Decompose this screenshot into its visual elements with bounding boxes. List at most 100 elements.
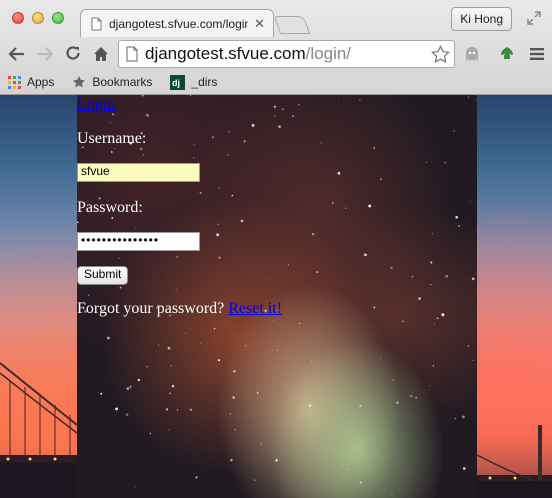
star <box>431 233 433 235</box>
star <box>137 378 140 382</box>
star <box>316 271 319 273</box>
star <box>347 468 349 471</box>
leaf-extension-icon <box>501 47 513 59</box>
star <box>176 256 179 258</box>
star <box>110 151 113 153</box>
password-label: Password: <box>77 199 143 216</box>
star <box>471 277 475 281</box>
starfield <box>77 95 477 496</box>
password-input[interactable]: ••••••••••••••• <box>77 232 200 251</box>
tab-title: djangotest.sfvue.com/login/ <box>109 16 249 31</box>
star <box>251 123 255 127</box>
star <box>337 171 341 175</box>
star <box>271 279 273 281</box>
star <box>380 178 382 180</box>
username-input[interactable]: sfvue <box>77 163 200 182</box>
bookmark-apps[interactable]: Apps <box>8 75 54 89</box>
bookmark-dirs[interactable]: dj _dirs <box>170 74 218 90</box>
home-button[interactable] <box>90 43 112 65</box>
star <box>368 204 372 208</box>
new-tab-button[interactable] <box>273 16 311 34</box>
close-window-button[interactable] <box>12 12 24 24</box>
forgot-password-text: Forgot your password? <box>77 300 225 317</box>
star <box>331 202 334 204</box>
star <box>470 201 471 203</box>
star <box>430 284 432 286</box>
back-arrow-icon <box>8 47 24 61</box>
star <box>392 379 394 381</box>
minimize-window-button[interactable] <box>32 12 44 24</box>
star <box>227 154 230 156</box>
star <box>418 297 421 300</box>
star <box>461 415 465 419</box>
extension-button-1[interactable] <box>461 43 483 65</box>
star <box>211 136 215 139</box>
star <box>260 443 262 445</box>
star <box>134 486 136 488</box>
star <box>254 479 256 481</box>
star <box>228 130 231 133</box>
star <box>373 306 376 309</box>
star <box>287 264 289 266</box>
star <box>472 359 474 362</box>
page-icon <box>91 17 102 30</box>
forward-button[interactable] <box>34 43 56 65</box>
star <box>167 346 171 350</box>
bookmark-label: _dirs <box>191 75 218 89</box>
star <box>409 394 413 398</box>
star <box>165 408 169 411</box>
star <box>232 396 235 399</box>
star <box>338 97 340 99</box>
zoom-window-button[interactable] <box>52 12 64 24</box>
browser-tab[interactable]: djangotest.sfvue.com/login/ ✕ <box>80 9 274 37</box>
login-link[interactable]: Login <box>77 96 115 114</box>
star <box>312 233 315 236</box>
star <box>87 294 90 297</box>
reload-button[interactable] <box>62 43 84 65</box>
submit-button[interactable]: Submit <box>77 266 129 285</box>
star <box>168 429 170 431</box>
star <box>189 95 192 96</box>
star <box>126 387 130 390</box>
star <box>475 100 477 102</box>
star <box>320 142 323 144</box>
bookmarks-bar: Apps Bookmarks dj _dirs <box>0 70 552 94</box>
star <box>436 317 439 320</box>
tab-close-icon[interactable]: ✕ <box>254 16 265 32</box>
star <box>373 147 375 149</box>
star <box>462 467 466 470</box>
bookmark-bookmarks[interactable]: Bookmarks <box>72 75 152 89</box>
star <box>118 257 120 259</box>
address-bar[interactable]: djangotest.sfvue.com/login/ <box>118 40 455 68</box>
bookmark-label: Apps <box>27 75 55 89</box>
reset-password-link[interactable]: Reset it! <box>228 300 282 317</box>
profile-button[interactable]: Ki Hong <box>451 7 512 31</box>
star <box>299 323 301 325</box>
star <box>310 360 313 363</box>
star <box>141 95 144 97</box>
menu-button[interactable] <box>526 43 548 65</box>
star <box>359 99 361 102</box>
star <box>292 115 295 118</box>
fullscreen-icon[interactable] <box>526 10 542 26</box>
star <box>229 413 231 415</box>
star <box>170 365 172 367</box>
star <box>234 429 236 431</box>
star <box>275 459 278 462</box>
star <box>149 432 152 435</box>
star <box>342 464 344 466</box>
star <box>345 207 347 209</box>
star <box>390 266 393 269</box>
star <box>429 385 431 387</box>
star <box>195 476 198 479</box>
star <box>256 392 259 394</box>
home-icon <box>94 47 108 61</box>
star <box>402 320 404 323</box>
star <box>444 162 446 164</box>
star <box>391 493 393 496</box>
bookmark-star-icon[interactable] <box>431 45 450 64</box>
extension-button-2[interactable] <box>496 43 518 65</box>
star-icon <box>73 76 86 88</box>
back-button[interactable] <box>6 43 28 65</box>
star <box>468 96 470 98</box>
